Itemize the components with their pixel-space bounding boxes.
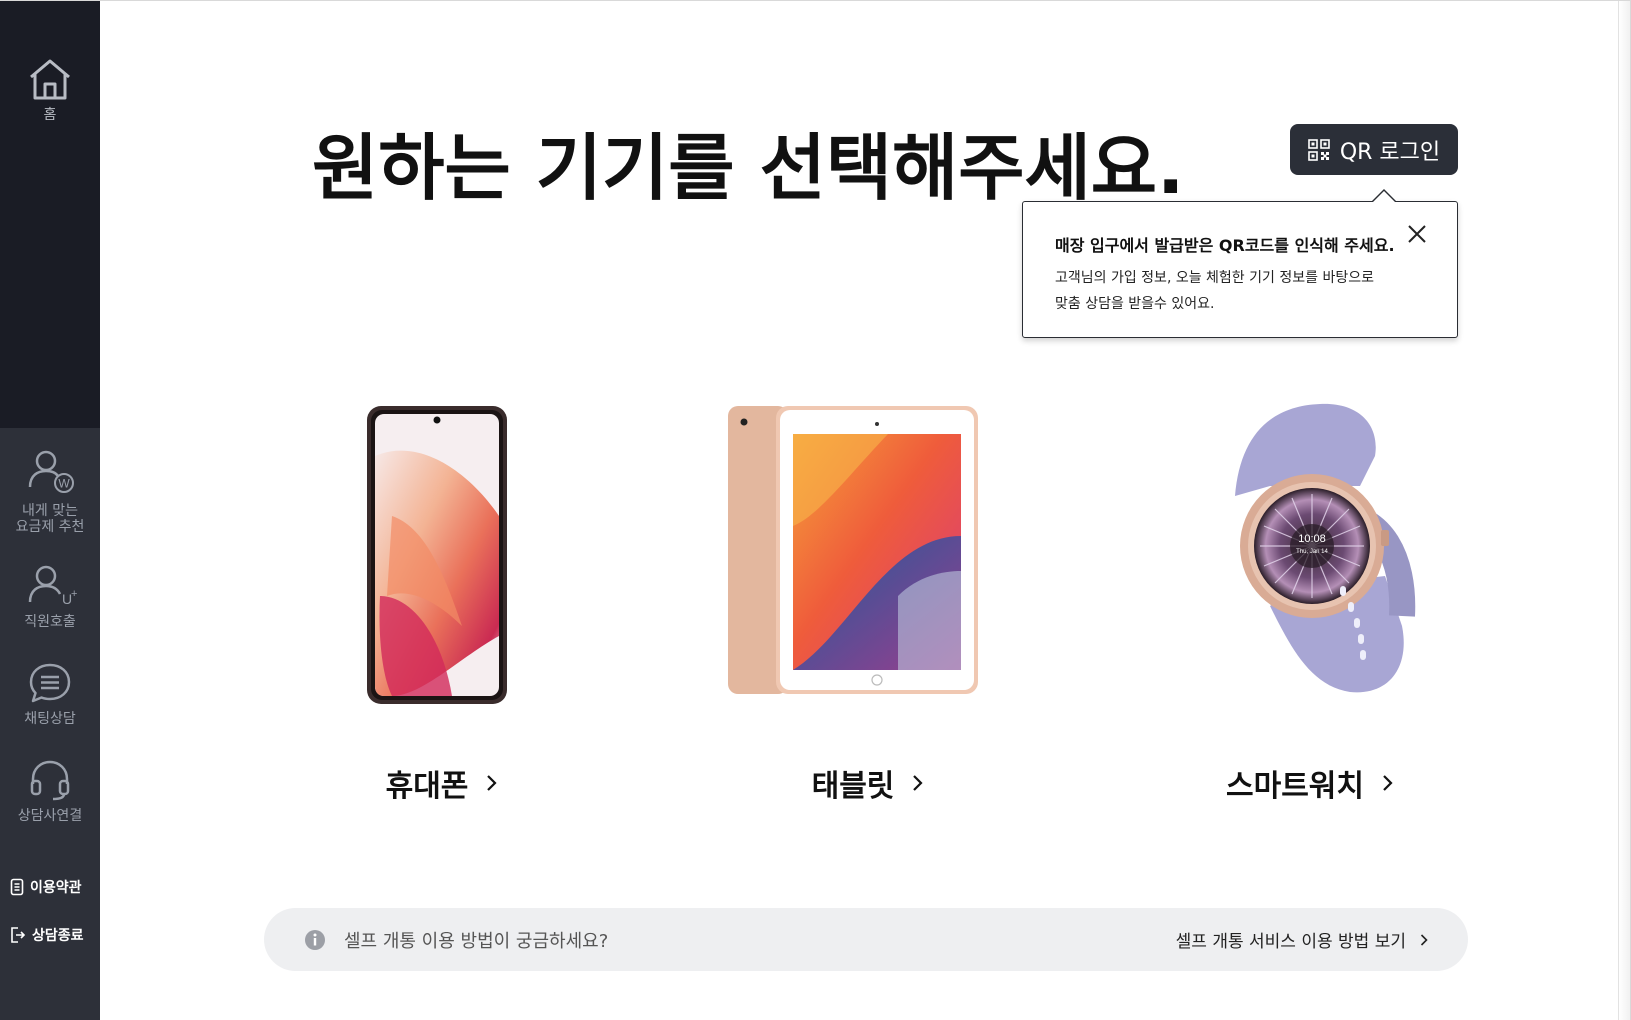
end-consultation-label: 상담종료	[32, 928, 84, 944]
sidebar: 홈 W 내게 맞는 요금제 추천 U + 직원호출 채팅상담 상담사연결 이용약…	[0, 1, 100, 1020]
help-guide-link[interactable]: 셀프 개통 서비스 이용 방법 보기	[1176, 927, 1428, 952]
chevron-right-icon	[487, 775, 497, 791]
device-card-phone[interactable]: 휴대폰	[272, 396, 612, 804]
tooltip-body: 고객님의 가입 정보, 오늘 체험한 기기 정보를 바탕으로 맞춤 상담을 받을…	[1055, 270, 1374, 312]
sidebar-item-staff-call[interactable]: U + 직원호출	[0, 564, 100, 630]
person-w-icon: W	[28, 450, 74, 493]
help-guide-link-text: 셀프 개통 서비스 이용 방법 보기	[1175, 932, 1406, 952]
exit-icon	[11, 927, 26, 943]
chevron-right-icon	[1420, 933, 1428, 946]
watch-time: 10:08	[1298, 533, 1326, 545]
qr-tooltip: 매장 입구에서 발급받은 QR코드를 인식해 주세요. 고객님의 가입 정보, …	[1022, 189, 1458, 338]
phone-image	[272, 396, 612, 706]
chevron-right-icon	[913, 775, 923, 791]
smartwatch-image: 10:08 Thu, Jan 14	[1140, 396, 1480, 706]
chevron-right-icon	[1383, 775, 1393, 791]
sidebar-item-label: 내게 맞는 요금제 추천	[15, 503, 85, 535]
headset-icon	[30, 760, 70, 801]
tablet-image	[698, 396, 1038, 706]
device-name: 태블릿	[811, 769, 895, 804]
svg-text:+: +	[71, 588, 77, 600]
device-label-tablet: 태블릿	[698, 761, 1038, 805]
device-name: 휴대폰	[385, 769, 469, 804]
sidebar-item-label: 홈	[43, 107, 57, 123]
sidebar-item-home[interactable]: 홈	[0, 57, 100, 123]
watch-date: Thu, Jan 14	[1296, 549, 1328, 555]
terms-label: 이용약관	[30, 880, 82, 896]
qr-login-label: QR 로그인	[1339, 139, 1441, 165]
sidebar-item-agent-connect[interactable]: 상담사연결	[0, 758, 100, 824]
help-question-text: 셀프 개통 이용 방법이 궁금하세요?	[344, 930, 609, 952]
person-uplus-icon: U +	[28, 565, 77, 607]
device-name: 스마트워치	[1226, 769, 1364, 804]
terms-link[interactable]: 이용약관	[10, 877, 82, 897]
sidebar-item-rate-recommend[interactable]: W 내게 맞는 요금제 추천	[0, 449, 100, 535]
device-label-phone: 휴대폰	[272, 761, 612, 805]
svg-text:W: W	[58, 477, 70, 491]
sidebar-item-label: 직원호출	[24, 614, 76, 630]
close-icon[interactable]	[1405, 222, 1429, 246]
device-label-smartwatch: 스마트워치	[1140, 761, 1480, 805]
end-consultation-link[interactable]: 상담종료	[10, 925, 84, 945]
help-question: 셀프 개통 이용 방법이 궁금하세요?	[304, 927, 608, 953]
document-icon	[10, 878, 24, 896]
home-icon	[30, 59, 70, 100]
page-title: 원하는 기기를 선택해주세요.	[312, 126, 1185, 210]
tooltip-title: 매장 입구에서 발급받은 QR코드를 인식해 주세요.	[1055, 236, 1395, 255]
sidebar-item-label: 상담사연결	[17, 808, 83, 824]
kiosk-screen: 홈 W 내게 맞는 요금제 추천 U + 직원호출 채팅상담 상담사연결 이용약…	[0, 0, 1631, 1020]
device-card-smartwatch[interactable]: 10:08 Thu, Jan 14 스마트워치	[1140, 396, 1480, 804]
right-edge-divider	[1618, 1, 1630, 1020]
sidebar-item-label: 채팅상담	[24, 711, 76, 727]
qr-code-icon	[1308, 138, 1330, 161]
self-activation-help-bar[interactable]: 셀프 개통 이용 방법이 궁금하세요? 셀프 개통 서비스 이용 방법 보기	[264, 908, 1468, 971]
chat-bubble-icon	[29, 663, 71, 703]
device-card-tablet[interactable]: 태블릿	[698, 396, 1038, 804]
qr-login-button[interactable]: QR 로그인	[1290, 124, 1458, 175]
sidebar-item-chat[interactable]: 채팅상담	[0, 661, 100, 727]
info-icon	[305, 929, 325, 950]
